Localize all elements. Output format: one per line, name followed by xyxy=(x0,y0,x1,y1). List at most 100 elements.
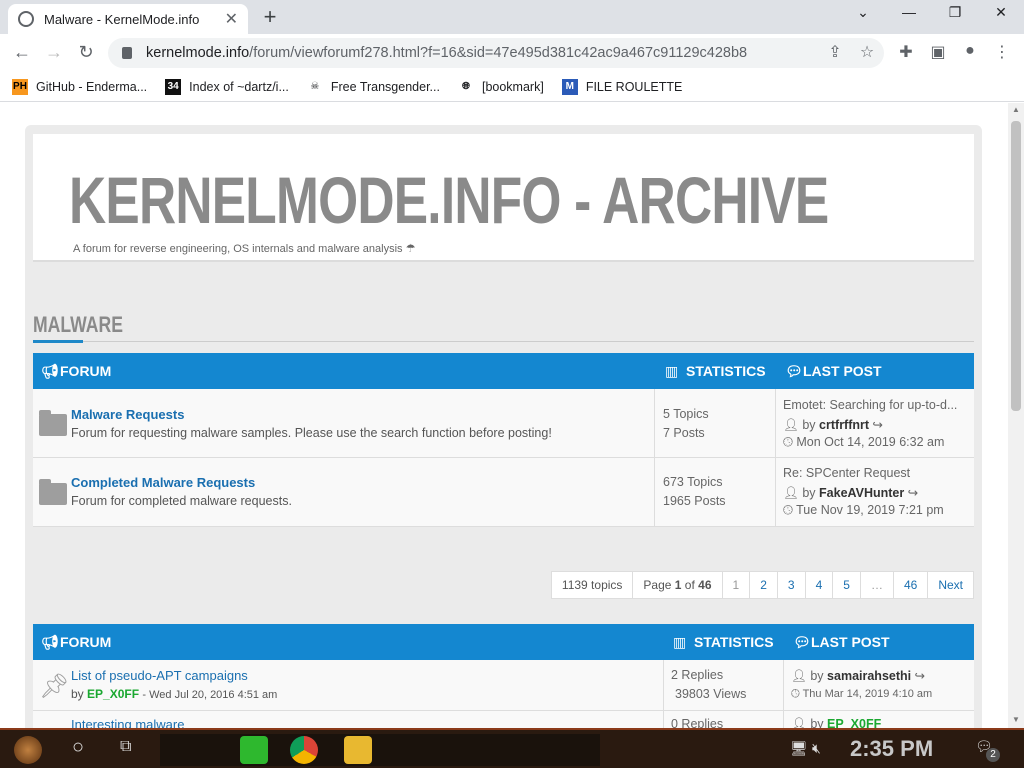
forum-title[interactable]: Malware Requests xyxy=(71,407,184,422)
page-content: KERNELMODE.INFO - ARCHIVE A forum for re… xyxy=(0,103,1008,728)
skull-icon: ☠ xyxy=(310,81,320,92)
page-info[interactable]: Page 1 of 46 xyxy=(632,571,723,599)
by-label: by xyxy=(802,486,816,500)
scroll-down-icon[interactable]: ▼ xyxy=(1012,715,1020,724)
bookmark-index[interactable]: 34 Index of ~dartz/i... xyxy=(165,78,289,95)
author-link[interactable]: FakeAVHunter xyxy=(819,486,904,500)
forward-icon[interactable]: → xyxy=(42,42,66,63)
goto-icon[interactable]: ↪ xyxy=(908,486,918,500)
search-circle-icon[interactable]: ○ xyxy=(72,736,84,759)
extensions-icon[interactable]: ✚ xyxy=(895,42,917,62)
topic-row: 📌︎ List of pseudo-APT campaigns by EP_X0… xyxy=(33,660,974,711)
forum-desc: Forum for completed malware requests. xyxy=(71,494,292,508)
star-icon[interactable]: ☆ xyxy=(856,42,878,62)
notes-app-icon[interactable] xyxy=(240,736,268,764)
page-link-46[interactable]: 46 xyxy=(892,571,929,599)
page-link-1[interactable]: 1 xyxy=(721,571,751,599)
chrome-icon[interactable] xyxy=(290,736,318,764)
clock[interactable]: 2:35 PM xyxy=(850,736,933,762)
next-page-button[interactable]: Next xyxy=(927,571,974,599)
browser-tab[interactable]: Malware - KernelMode.info ✕ xyxy=(8,4,248,34)
page-link-2[interactable]: 2 xyxy=(749,571,778,599)
network-icon[interactable]: 🖥︎ xyxy=(790,740,808,757)
topic-title[interactable]: List of pseudo-APT campaigns xyxy=(71,668,248,683)
start-button-icon[interactable] xyxy=(14,736,42,764)
clock-icon: 🕓︎ xyxy=(783,503,793,517)
last-post-author: 👤︎ by crtfrffnrt ↪ xyxy=(783,417,969,433)
replies-count: 0 Replies xyxy=(671,717,724,728)
header-statistics: STATISTICS xyxy=(694,634,774,650)
forum-name[interactable]: MALWARE xyxy=(33,312,123,338)
author-link[interactable]: samairahsethi xyxy=(827,669,911,683)
author-link[interactable]: EP_X0FF xyxy=(87,687,139,701)
page-link-4[interactable]: 4 xyxy=(804,571,834,599)
views-count: 39803 Views xyxy=(675,687,747,701)
bookmark-free[interactable]: ☠ Free Transgender... xyxy=(307,79,440,95)
bookmark-label: Index of ~dartz/i... xyxy=(189,79,289,94)
pagination: 1139 topics Page 1 of 46 1 2 3 4 5 … 46 … xyxy=(550,571,974,599)
author-link[interactable]: crtfrffnrt xyxy=(819,418,869,432)
forum-title[interactable]: Completed Malware Requests xyxy=(71,475,255,490)
header-forum: FORUM xyxy=(60,634,112,650)
last-post-date: 🕓︎ Tue Nov 19, 2019 7:21 pm xyxy=(783,503,969,518)
date-text: Tue Nov 19, 2019 7:21 pm xyxy=(796,503,944,517)
user-icon: 👤︎ xyxy=(791,669,807,683)
topics-table: 📢︎ FORUM ▥ STATISTICS 💬︎ LAST POST 📌︎ Li… xyxy=(33,624,974,728)
url-host: kernelmode.info xyxy=(146,45,250,61)
goto-icon[interactable]: ↪ xyxy=(873,418,883,432)
tab-search-icon[interactable]: ⌄ xyxy=(848,4,878,21)
topic-row: Interesting malware 0 Replies 👤︎ by EP_X… xyxy=(33,711,974,728)
page-link-5[interactable]: 5 xyxy=(832,571,861,599)
back-icon[interactable]: ← xyxy=(10,42,34,63)
user-icon: 👤︎ xyxy=(783,486,799,500)
forum-row: Completed Malware Requests Forum for com… xyxy=(33,458,974,527)
site-title[interactable]: KERNELMODE.INFO - ARCHIVE xyxy=(69,162,829,238)
file-explorer-icon[interactable] xyxy=(344,736,372,764)
share-icon[interactable]: ⇪ xyxy=(824,42,846,62)
last-post-author: 👤︎ by EP_X0FF xyxy=(791,717,969,728)
user-icon: 👤︎ xyxy=(791,717,807,728)
new-tab-button[interactable]: + xyxy=(258,4,282,30)
scroll-up-icon[interactable]: ▲ xyxy=(1012,105,1020,114)
topic-title[interactable]: Interesting malware xyxy=(71,717,184,728)
last-post-title[interactable]: Re: SPCenter Request xyxy=(783,466,969,480)
comments-icon: 💬︎ xyxy=(785,363,803,379)
bookmark-label: GitHub - Enderma... xyxy=(36,79,148,94)
page-scrollbar[interactable]: ▲ ▼ xyxy=(1008,103,1024,728)
scrollbar-thumb[interactable] xyxy=(1011,121,1021,411)
url-path: /forum/viewforumf278.html?f=16&sid=47e49… xyxy=(249,45,748,61)
table-header: 📢︎ FORUM ▥ STATISTICS 💬︎ LAST POST xyxy=(33,353,974,389)
header-last-post: LAST POST xyxy=(811,634,890,650)
page-link-3[interactable]: 3 xyxy=(776,571,806,599)
divider xyxy=(33,341,974,342)
bookmark-file-roulette[interactable]: M FILE ROULETTE xyxy=(561,78,682,95)
minimize-button[interactable]: — xyxy=(894,4,924,20)
tab-close-icon[interactable]: ✕ xyxy=(225,9,238,29)
comments-icon: 💬︎ xyxy=(793,634,811,650)
address-bar[interactable]: kernelmode.info/forum/viewforumf278.html… xyxy=(108,38,884,68)
menu-icon[interactable]: ⋮ xyxy=(991,42,1013,62)
profile-icon[interactable]: ● xyxy=(959,42,981,60)
sidepanel-icon[interactable]: ▣ xyxy=(927,42,949,62)
reload-icon[interactable]: ↻ xyxy=(74,42,98,63)
author-link[interactable]: EP_X0FF xyxy=(827,717,881,728)
task-view-icon[interactable]: ⧉ xyxy=(120,738,131,756)
posts-count: 1965 Posts xyxy=(663,494,726,508)
header-forum: FORUM xyxy=(60,363,112,379)
header-last-post: LAST POST xyxy=(803,363,882,379)
forum-row: Malware Requests Forum for requesting ma… xyxy=(33,389,974,458)
tab-title: Malware - KernelMode.info xyxy=(44,11,200,27)
page-info-pre: Page xyxy=(643,578,675,592)
volume-muted-icon[interactable]: 🔇︎ xyxy=(812,740,821,757)
bookmark-github[interactable]: PH GitHub - Enderma... xyxy=(12,78,148,95)
replies-count: 2 Replies xyxy=(671,668,724,682)
last-post-title[interactable]: Emotet: Searching for up-to-d... xyxy=(783,398,969,412)
restore-button[interactable]: ❐ xyxy=(940,4,970,21)
last-post-date: 🕓︎ Thu Mar 14, 2019 4:10 am xyxy=(791,688,969,701)
goto-icon[interactable]: ↪ xyxy=(915,669,925,683)
bookmark-globe[interactable]: 🌐︎ [bookmark] xyxy=(458,79,544,95)
page-total: 46 xyxy=(698,578,712,592)
topic-meta: by EP_X0FF - Wed Jul 20, 2016 4:51 am xyxy=(71,687,277,701)
close-window-button[interactable]: ✕ xyxy=(986,4,1016,21)
user-icon: 👤︎ xyxy=(783,418,799,432)
